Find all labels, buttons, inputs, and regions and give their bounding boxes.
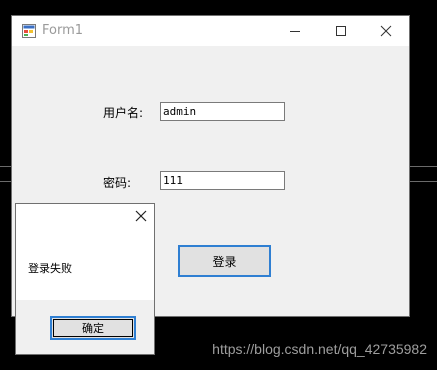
title-bar[interactable]: Form1 xyxy=(12,16,409,46)
close-icon[interactable] xyxy=(134,209,148,223)
username-label: 用户名: xyxy=(103,106,144,120)
maximize-button[interactable] xyxy=(318,16,364,46)
close-button[interactable] xyxy=(363,16,409,46)
username-input[interactable]: admin xyxy=(160,102,285,121)
minimize-button[interactable] xyxy=(272,16,318,46)
watermark-text: https://blog.csdn.net/qq_42735982 xyxy=(212,341,427,357)
password-label: 密码: xyxy=(103,176,132,190)
ok-button[interactable]: 确定 xyxy=(50,316,136,340)
message-text: 登录失败 xyxy=(28,262,72,275)
app-icon xyxy=(22,24,36,38)
close-icon xyxy=(380,25,392,37)
login-button[interactable]: 登录 xyxy=(178,245,271,277)
password-input[interactable]: 111 xyxy=(160,171,285,190)
maximize-icon xyxy=(336,26,346,36)
minimize-icon xyxy=(290,31,300,32)
window-title: Form1 xyxy=(42,23,84,38)
message-box-footer: 确定 xyxy=(16,300,154,354)
message-box: 登录失败 确定 xyxy=(16,204,154,354)
